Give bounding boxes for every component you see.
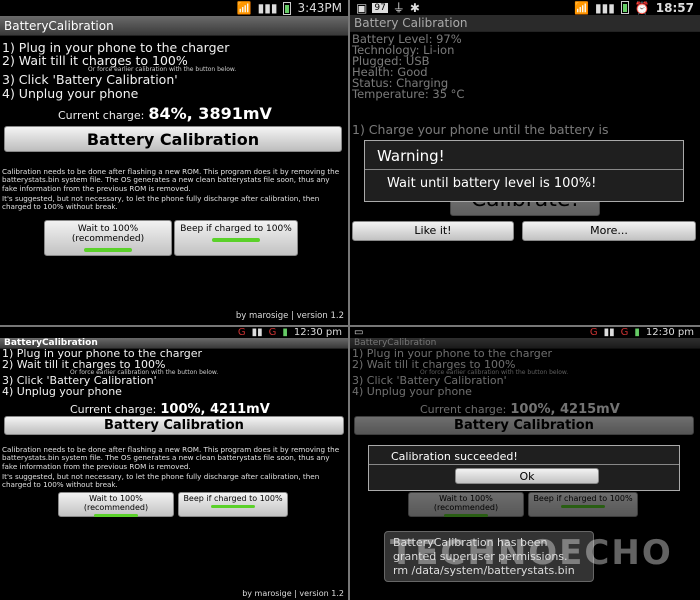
charge-value: 100%, 4211mV bbox=[160, 402, 270, 417]
battery-calibration-button[interactable]: Battery Calibration bbox=[4, 126, 342, 152]
charge-label: Current charge: bbox=[58, 109, 145, 122]
battery-icon bbox=[620, 1, 629, 14]
charge-label: Current charge: bbox=[420, 403, 507, 416]
step-4: 4) Unplug your phone bbox=[2, 385, 122, 398]
status-bar: 📶 ▮▮▮ 3:43PM bbox=[0, 0, 348, 16]
info-paragraph-1: Calibration needs to be done after flash… bbox=[2, 167, 340, 193]
more-button[interactable]: More... bbox=[522, 221, 696, 241]
signal-icon: ▮▮▮ bbox=[595, 0, 615, 15]
wait-button-label: Wait to 100% (recommended) bbox=[433, 494, 499, 512]
like-it-button[interactable]: Like it! bbox=[352, 221, 514, 241]
step-3: 3) Click 'Battery Calibration' bbox=[2, 72, 178, 87]
status-time: 18:57 bbox=[655, 0, 694, 15]
screenshot-grid: 📶 ▮▮▮ 3:43PM BatteryCalibration 1) Plug … bbox=[0, 0, 700, 600]
dialog-title: Calibration succeeded! bbox=[391, 450, 518, 463]
status-time: 12:30 pm bbox=[645, 327, 694, 338]
wait-button-label: Wait to 100% (recommended) bbox=[71, 224, 145, 244]
wait-indicator-bar bbox=[94, 513, 138, 517]
current-charge: Current charge: 84%, 3891mV bbox=[58, 104, 272, 123]
success-dialog: Calibration succeeded! Ok bbox=[368, 445, 680, 491]
info-paragraph-1: Calibration needs to be done after flash… bbox=[2, 445, 340, 471]
battery-icon: ▮ bbox=[634, 327, 640, 338]
beep-indicator-bar bbox=[211, 504, 255, 508]
gmail-icon: G bbox=[237, 327, 246, 338]
footer-credit: by marosige | version 1.2 bbox=[235, 311, 344, 321]
beep-if-charged-button[interactable]: Beep if charged to 100% bbox=[178, 492, 288, 517]
ok-button[interactable]: Ok bbox=[455, 468, 599, 484]
dialog-separator bbox=[369, 464, 679, 465]
status-time: 3:43PM bbox=[297, 1, 342, 15]
debug-icon: ✱ bbox=[409, 0, 420, 15]
status-bar: G ▮▮ G ▮ 12:30 pm bbox=[0, 327, 348, 338]
signal-icon: ▮▮ bbox=[603, 327, 615, 338]
info-temperature: Temperature: 35 °C bbox=[352, 87, 465, 101]
usb-icon: ⏚ bbox=[392, 1, 405, 15]
status-time: 12:30 pm bbox=[293, 327, 342, 338]
panel-top-left: 📶 ▮▮▮ 3:43PM BatteryCalibration 1) Plug … bbox=[0, 0, 348, 325]
charge-value: 84%, 3891mV bbox=[148, 104, 272, 123]
battery-badge: 97 bbox=[372, 2, 388, 13]
app-title: BatteryCalibration bbox=[4, 18, 114, 33]
wait-indicator-bar bbox=[84, 247, 132, 252]
gmail-icon-2: G bbox=[268, 327, 277, 338]
info-paragraph-2: It's suggested, but not necessary, to le… bbox=[2, 194, 320, 212]
charge-label: Current charge: bbox=[70, 403, 157, 416]
warning-dialog: Warning! Wait until battery level is 100… bbox=[364, 140, 684, 202]
battery-calibration-button[interactable]: Battery Calibration bbox=[4, 416, 344, 435]
beep-indicator-bar bbox=[561, 504, 605, 508]
app-title-bar: Battery Calibration bbox=[350, 15, 700, 32]
app-title-bar: BatteryCalibration bbox=[0, 16, 348, 36]
app-title: Battery Calibration bbox=[354, 16, 468, 30]
panel-bottom-right: ▭ G ▮▮ G ▮ 12:30 pm BatteryCalibration 1… bbox=[350, 327, 700, 600]
status-bar: ▭ G ▮▮ G ▮ 12:30 pm bbox=[350, 327, 700, 338]
footer-credit: by marosige | version 1.2 bbox=[242, 589, 344, 598]
notification-icon: ▭ bbox=[354, 327, 364, 338]
status-bar: ▣ 97 ⏚ ✱ 📶 ▮▮▮ ⏰ 18:57 bbox=[350, 0, 700, 15]
wait-indicator-bar bbox=[444, 513, 488, 517]
beep-if-charged-button[interactable]: Beep if charged to 100% bbox=[174, 220, 298, 256]
charge-value: 100%, 4215mV bbox=[510, 402, 620, 417]
current-charge: Current charge: 100%, 4215mV bbox=[420, 398, 620, 417]
horizontal-divider bbox=[0, 325, 700, 327]
panel-top-right: ▣ 97 ⏚ ✱ 📶 ▮▮▮ ⏰ 18:57 Battery Calibrati… bbox=[350, 0, 700, 325]
battery-icon: ▮ bbox=[282, 327, 288, 338]
current-charge: Current charge: 100%, 4211mV bbox=[70, 398, 270, 417]
beep-indicator-bar bbox=[212, 237, 260, 242]
battery-calibration-button[interactable]: Battery Calibration bbox=[354, 416, 694, 435]
beep-if-charged-button[interactable]: Beep if charged to 100% bbox=[528, 492, 638, 517]
wait-button-label: Wait to 100% (recommended) bbox=[83, 494, 149, 512]
battery-icon bbox=[283, 1, 292, 15]
wait-to-100-button[interactable]: Wait to 100% (recommended) bbox=[408, 492, 524, 517]
sd-card-icon: ▣ bbox=[356, 0, 368, 15]
watermark-logo: TECHNOECHO bbox=[390, 533, 673, 573]
panel-bottom-left: G ▮▮ G ▮ 12:30 pm BatteryCalibration 1) … bbox=[0, 327, 348, 600]
signal-icon: ▮▮ bbox=[251, 327, 263, 338]
wait-to-100-button[interactable]: Wait to 100% (recommended) bbox=[44, 220, 172, 256]
gmail-icon: G bbox=[589, 327, 598, 338]
dialog-title: Warning! bbox=[377, 147, 445, 165]
dialog-message: Wait until battery level is 100%! bbox=[387, 176, 597, 191]
charge-step-1: 1) Charge your phone until the battery i… bbox=[352, 122, 609, 137]
info-paragraph-2: It's suggested, but not necessary, to le… bbox=[2, 472, 320, 490]
beep-button-label: Beep if charged to 100% bbox=[183, 494, 283, 503]
signal-icon: ▮▮▮ bbox=[257, 1, 278, 15]
wifi-icon: 📶 bbox=[574, 0, 590, 15]
alarm-icon: ⏰ bbox=[634, 0, 650, 15]
step-4: 4) Unplug your phone bbox=[352, 385, 472, 398]
gmail-icon-2: G bbox=[620, 327, 629, 338]
beep-button-label: Beep if charged to 100% bbox=[533, 494, 633, 503]
vertical-divider bbox=[348, 0, 350, 600]
wait-to-100-button[interactable]: Wait to 100% (recommended) bbox=[58, 492, 174, 517]
step-4: 4) Unplug your phone bbox=[2, 86, 139, 101]
wifi-icon: 📶 bbox=[236, 1, 252, 15]
beep-button-label: Beep if charged to 100% bbox=[180, 224, 292, 234]
